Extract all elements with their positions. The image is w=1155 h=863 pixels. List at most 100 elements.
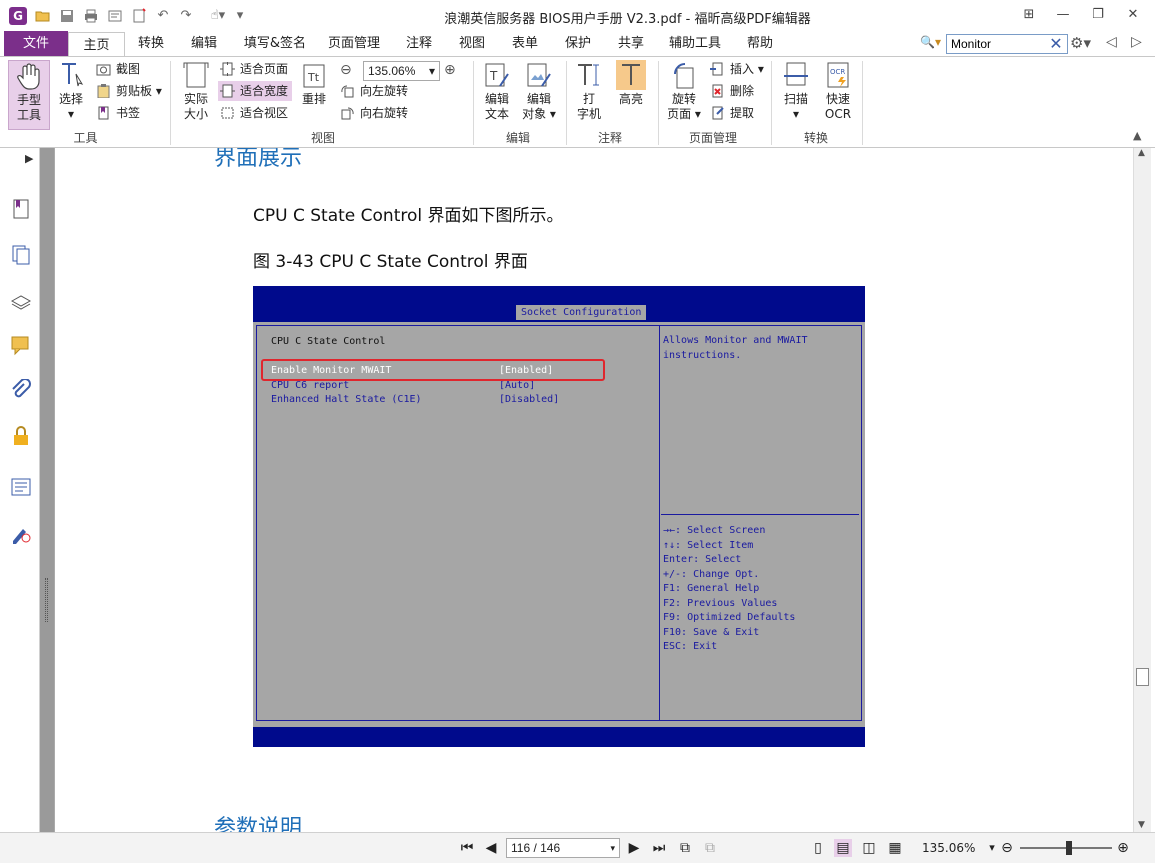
tab-comment[interactable]: 注释 xyxy=(396,31,442,56)
pane-splitter[interactable] xyxy=(40,148,54,832)
group-label-comment: 注释 xyxy=(597,131,622,145)
content-panel-icon[interactable] xyxy=(10,476,32,498)
signature-panel-icon[interactable] xyxy=(10,522,32,544)
minimize-button[interactable]: — xyxy=(1050,4,1076,26)
vertical-scrollbar[interactable]: ▲ ▼ xyxy=(1133,148,1151,832)
edit-object-button[interactable]: 编辑 对象 ▾ xyxy=(519,60,559,122)
bookmark-button[interactable]: 书签 xyxy=(96,103,140,123)
facing-pages-icon[interactable]: ◫ xyxy=(860,839,878,857)
actual-size-button[interactable]: 实际 大小 xyxy=(178,60,214,122)
clipboard-button[interactable]: 剪贴板 ▾ xyxy=(96,81,162,101)
nav-back-icon[interactable]: ◁ xyxy=(1106,34,1117,50)
ribbon-panel: 手型 工具 选择 ▾ 截图 剪贴板 ▾ 书签 工具 实际 大小 适合页面 适合宽度… xyxy=(0,56,1155,148)
zoom-in-icon[interactable]: ⊕ xyxy=(444,62,456,78)
select-tool-button[interactable]: 选择 ▾ xyxy=(52,60,90,122)
status-zoom-level[interactable]: 135.06% xyxy=(922,841,975,855)
status-zoom-out-icon[interactable]: ⊖ xyxy=(998,839,1016,857)
scroll-up-icon[interactable]: ▲ xyxy=(1138,148,1145,158)
previous-page-icon[interactable]: ◀ xyxy=(482,839,500,857)
group-label-convert: 转换 xyxy=(803,131,828,145)
screenshot-button[interactable]: 截图 xyxy=(96,59,140,79)
hand-tool-button[interactable]: 手型 工具 xyxy=(8,60,50,130)
bookmarks-panel-icon[interactable] xyxy=(10,198,32,220)
delete-page-button[interactable]: 删除 xyxy=(710,81,754,101)
tab-edit[interactable]: 编辑 xyxy=(181,31,227,56)
zoom-select[interactable]: 135.06% ▾ xyxy=(363,61,440,81)
continuous-facing-icon[interactable]: ▦ xyxy=(886,839,904,857)
quick-ocr-button[interactable]: OCR 快速 OCR xyxy=(818,60,858,122)
zoom-slider-thumb[interactable] xyxy=(1066,841,1072,855)
scan-button[interactable]: 扫描 ▾ xyxy=(778,60,814,122)
bios-bottom-bar xyxy=(253,727,865,747)
page-number-value: 116 / 146 xyxy=(511,841,561,855)
save-icon[interactable] xyxy=(59,8,75,24)
open-folder-icon[interactable] xyxy=(35,8,51,24)
nav-forward-icon[interactable]: ▷ xyxy=(1131,34,1142,50)
continuous-page-icon[interactable]: ▤ xyxy=(834,839,852,857)
highlight-button[interactable]: 高亮 xyxy=(612,60,650,107)
properties-icon[interactable] xyxy=(107,8,123,24)
scrollbar-thumb[interactable] xyxy=(1136,668,1149,686)
tab-share[interactable]: 共享 xyxy=(608,31,654,56)
security-lock-icon[interactable] xyxy=(10,425,32,447)
print-icon[interactable] xyxy=(83,8,99,24)
single-page-icon[interactable]: ▯ xyxy=(809,839,827,857)
comments-panel-icon[interactable] xyxy=(10,334,32,356)
bios-key-hint: ↑↓: Select Item xyxy=(663,540,754,551)
previous-view-icon[interactable]: ⧉ xyxy=(676,839,694,857)
tab-view[interactable]: 视图 xyxy=(449,31,495,56)
undo-icon[interactable]: ↶ xyxy=(155,8,171,24)
first-page-icon[interactable]: ⏮ xyxy=(458,839,476,857)
search-clear-icon[interactable]: ✕ xyxy=(1046,35,1066,53)
pages-panel-icon[interactable] xyxy=(10,244,32,266)
rotate-pages-label-2: 页面 xyxy=(667,107,692,121)
tab-home[interactable]: 主页 xyxy=(68,32,125,57)
extract-page-button[interactable]: 提取 xyxy=(710,103,754,123)
tab-form[interactable]: 表单 xyxy=(502,31,548,56)
rotate-left-button[interactable]: 向左旋转 xyxy=(340,81,408,101)
maximize-button[interactable]: ❐ xyxy=(1085,4,1111,26)
tab-organize[interactable]: 页面管理 xyxy=(322,31,386,56)
attachments-panel-icon[interactable] xyxy=(10,379,32,401)
rotate-pages-button[interactable]: 旋转 页面 ▾ xyxy=(664,60,704,122)
collapse-ribbon-icon[interactable]: ▲ xyxy=(1133,129,1141,142)
next-page-icon[interactable]: ▶ xyxy=(625,839,643,857)
close-button[interactable]: ✕ xyxy=(1120,4,1146,26)
last-page-icon[interactable]: ⏭ xyxy=(650,839,668,857)
fit-page-button[interactable]: 适合页面 xyxy=(220,59,288,79)
tab-fill-sign[interactable]: 填写&签名 xyxy=(238,31,312,56)
page-number-input[interactable]: 116 / 146 ▾ xyxy=(506,838,620,858)
status-zoom-in-icon[interactable]: ⊕ xyxy=(1114,839,1132,857)
tab-file[interactable]: 文件 xyxy=(4,31,68,56)
edit-text-button[interactable]: T 编辑 文本 xyxy=(480,60,514,122)
layers-panel-icon[interactable] xyxy=(10,289,32,311)
rotate-right-button[interactable]: 向右旋转 xyxy=(340,103,408,123)
hand-dropdown-icon[interactable]: ☝▾ xyxy=(203,8,233,24)
zoom-out-icon[interactable]: ⊖ xyxy=(340,62,352,78)
expand-pane-icon[interactable]: ▶ xyxy=(25,152,33,165)
redo-icon[interactable]: ↷ xyxy=(178,8,194,24)
tab-protect[interactable]: 保护 xyxy=(555,31,601,56)
fit-visible-button[interactable]: 适合视区 xyxy=(220,103,288,123)
settings-gear-icon[interactable]: ⚙▾ xyxy=(1070,34,1091,52)
rotate-right-label: 向右旋转 xyxy=(360,106,409,120)
next-view-icon[interactable]: ⧉ xyxy=(701,839,719,857)
search-icon[interactable]: 🔍▾ xyxy=(920,35,944,53)
reflow-button[interactable]: Tt 重排 xyxy=(298,60,330,107)
extract-page-icon xyxy=(712,106,724,120)
new-icon[interactable] xyxy=(131,8,147,24)
customize-icon[interactable]: ▾ xyxy=(232,8,248,24)
typewriter-button[interactable]: 打 字机 xyxy=(572,60,606,122)
bookmark-label: 书签 xyxy=(116,106,141,120)
delete-page-label: 删除 xyxy=(730,84,755,98)
tab-accessibility[interactable]: 辅助工具 xyxy=(665,31,725,56)
fit-width-button[interactable]: 适合宽度 xyxy=(218,81,293,101)
app-logo-icon[interactable]: G xyxy=(9,7,27,25)
insert-page-button[interactable]: 插入 ▾ xyxy=(710,59,764,79)
ribbon-display-icon[interactable]: ⊞ xyxy=(1016,4,1042,26)
tab-help[interactable]: 帮助 xyxy=(737,31,783,56)
tab-convert[interactable]: 转换 xyxy=(128,31,174,56)
bios-screenshot: Socket Configuration CPU C State Control… xyxy=(253,286,865,747)
extract-page-label: 提取 xyxy=(730,106,755,120)
scroll-down-icon[interactable]: ▼ xyxy=(1138,820,1145,830)
